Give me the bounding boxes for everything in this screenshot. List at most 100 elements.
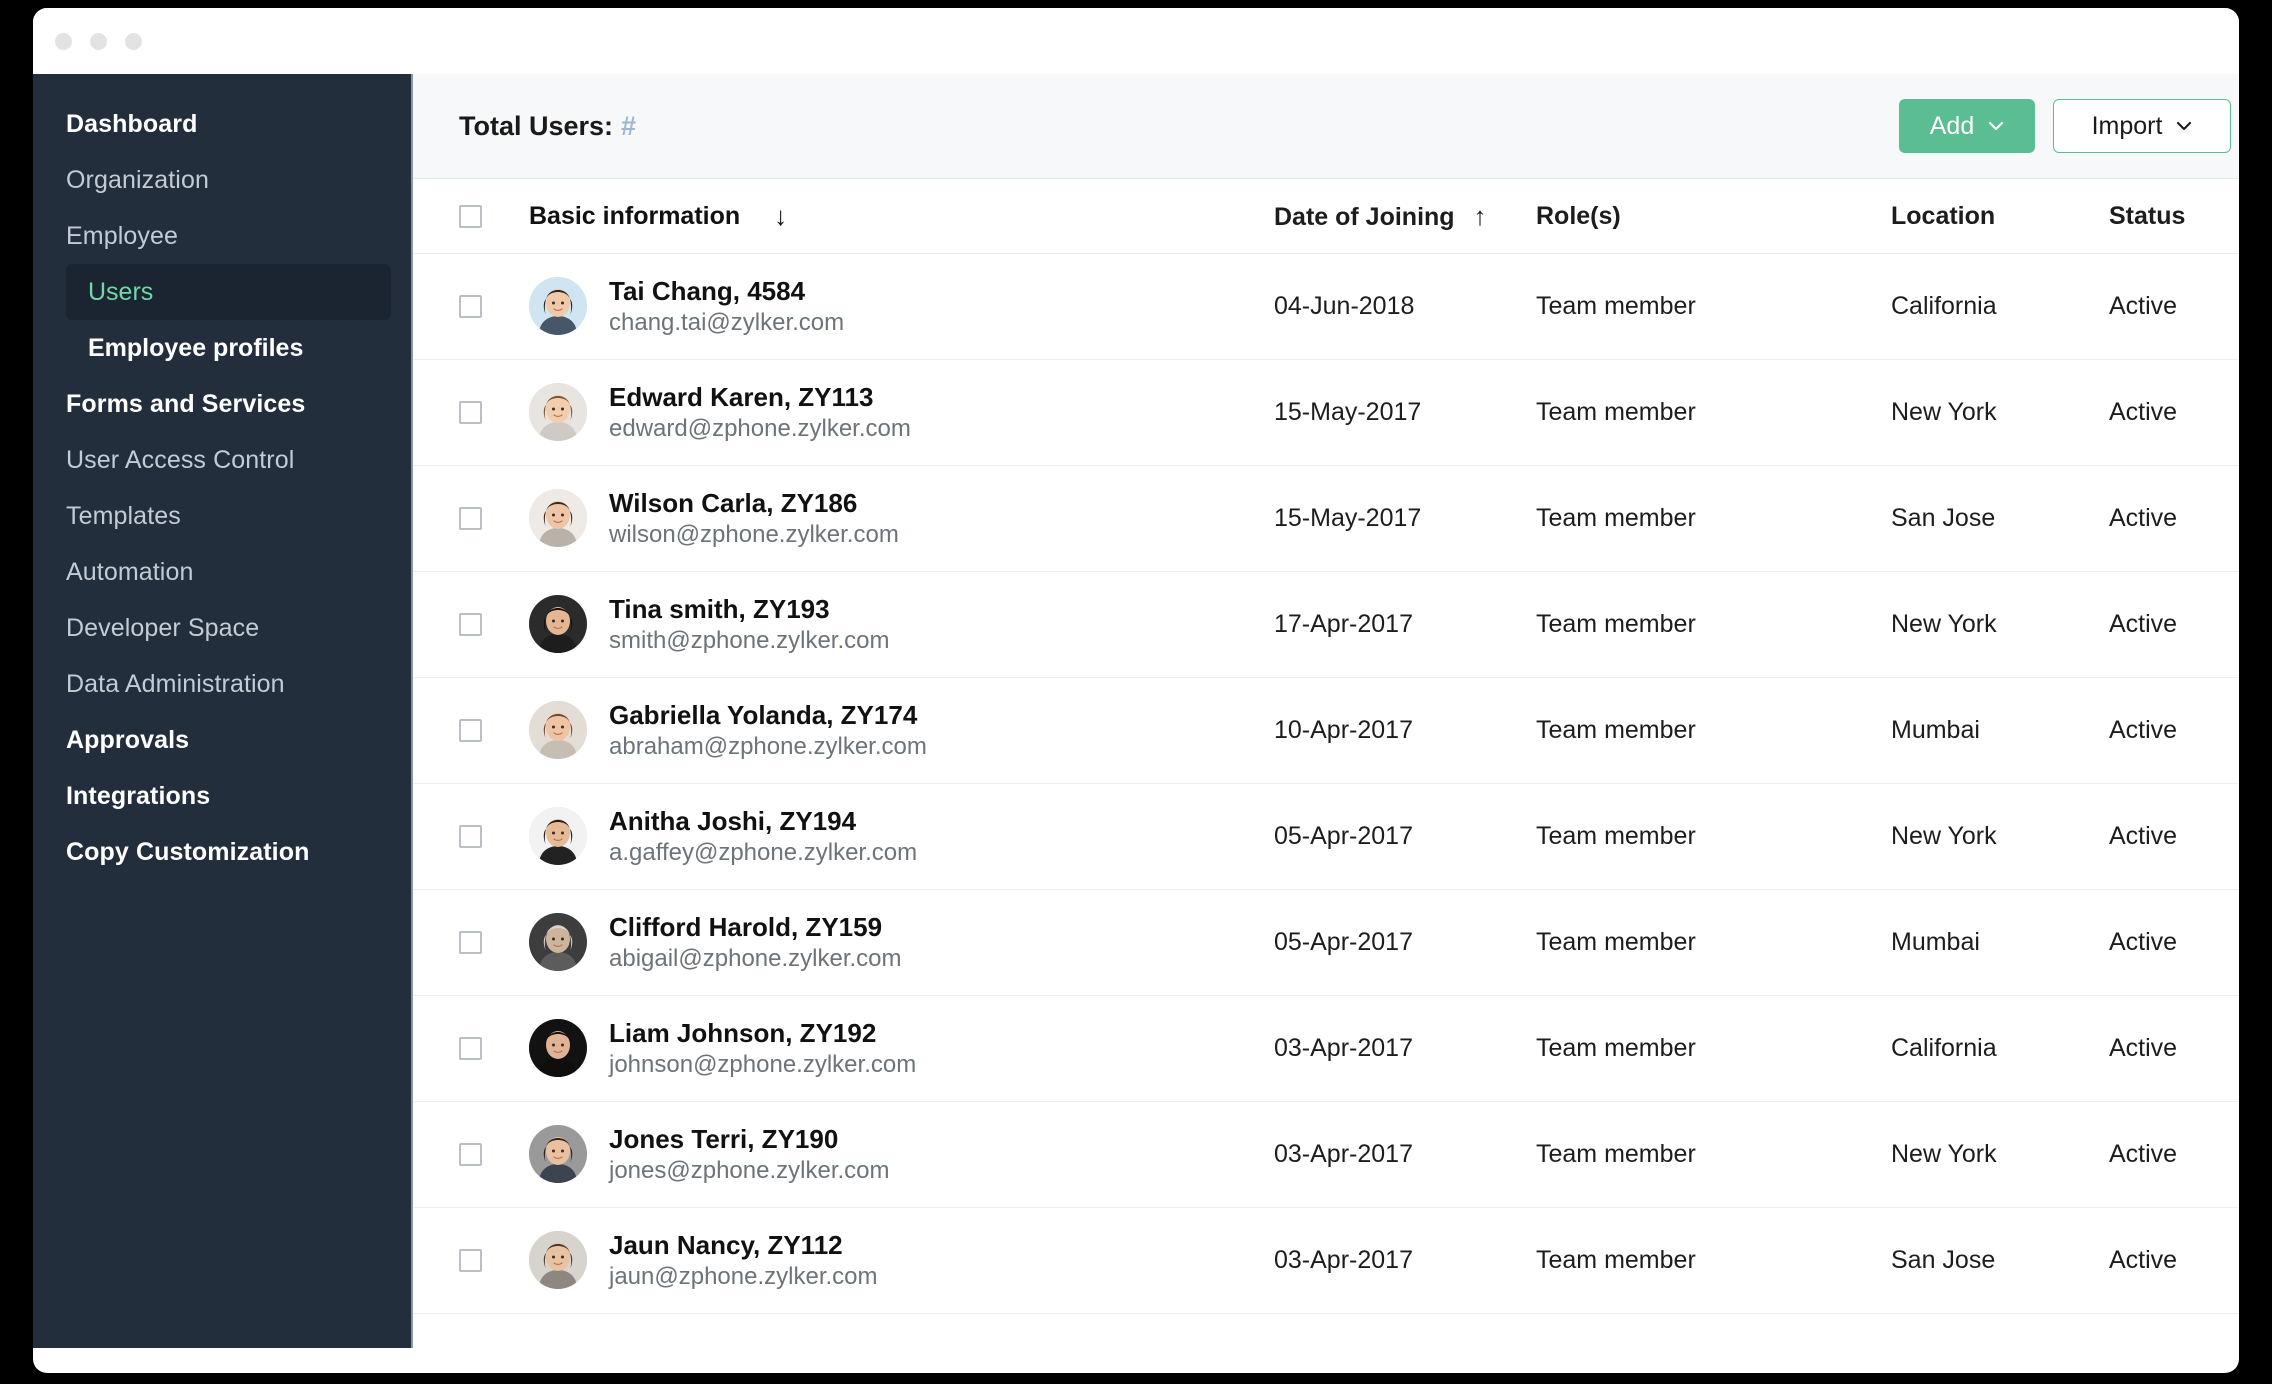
row-checkbox[interactable] [459,507,482,530]
sidebar-item-templates[interactable]: Templates [33,488,411,544]
sidebar-item-automation[interactable]: Automation [33,544,411,600]
sort-asc-icon[interactable]: ↑ [1474,201,1487,231]
sort-desc-icon[interactable]: ↓ [774,201,787,232]
date-of-joining-cell: 15-May-2017 [1274,504,1422,532]
user-identity: Gabriella Yolanda, ZY174 abraham@zphone.z… [609,700,927,761]
role-cell: Team member [1536,1034,1696,1062]
location-cell: New York [1891,398,1997,426]
sidebar-item-developer-space[interactable]: Developer Space [33,600,411,656]
status-cell: Active [2109,1246,2178,1274]
role-cell: Team member [1536,292,1696,320]
column-header-status[interactable]: Status [2109,202,2239,231]
sidebar-item-label: Employee [66,221,178,250]
sidebar-item-employee-profiles[interactable]: Employee profiles [66,320,391,376]
sidebar-item-dashboard[interactable]: Dashboard [33,96,411,152]
avatar-edward-karen [529,383,587,442]
sidebar-item-user-access-control[interactable]: User Access Control [33,432,411,488]
sidebar-item-label: Dashboard [66,109,198,138]
row-checkbox[interactable] [459,931,482,954]
row-checkbox[interactable] [459,719,482,742]
user-email: jaun@zphone.zylker.com [609,1262,878,1290]
row-checkbox[interactable] [459,613,482,636]
sidebar-item-employee[interactable]: Employee [33,208,411,264]
sidebar-item-label: Organization [66,165,209,194]
column-header-basic-information-label: Basic information [529,201,741,230]
user-name: Gabriella Yolanda, ZY174 [609,700,918,730]
table-row[interactable]: Tina smith, ZY193 smith@zphone.zylker.com… [413,572,2239,678]
select-all-checkbox[interactable] [459,204,482,228]
column-header-roles[interactable]: Role(s) [1536,202,1891,231]
user-name: Tai Chang, 4584 [609,276,806,306]
row-checkbox[interactable] [459,825,482,848]
chevron-down-icon [2176,118,2192,134]
row-checkbox[interactable] [459,1249,482,1272]
row-checkbox[interactable] [459,1143,482,1166]
avatar-wilson-carla [529,489,587,548]
sidebar-item-approvals[interactable]: Approvals [33,712,411,768]
sidebar-item-label: Users [88,277,154,306]
table-row[interactable]: Edward Karen, ZY113 edward@zphone.zylker.… [413,360,2239,466]
sidebar-item-organization[interactable]: Organization [33,152,411,208]
sidebar-item-integrations[interactable]: Integrations [33,768,411,824]
close-dot[interactable] [55,32,72,50]
basic-information-cell: Liam Johnson, ZY192 johnson@zphone.zylker… [529,1018,1274,1079]
avatar-jones-terri [529,1125,587,1184]
app-body: Dashboard Organization Employee Users Employ… [33,74,2239,1373]
table-row[interactable]: Jaun Nancy, ZY112 jaun@zphone.zylker.com 0… [413,1208,2239,1314]
user-identity: Liam Johnson, ZY192 johnson@zphone.zylker… [609,1018,916,1079]
user-name: Edward Karen, ZY113 [609,382,874,412]
add-button[interactable]: Add [1899,99,2035,153]
row-checkbox[interactable] [459,401,482,424]
avatar-anitha-joshi [529,807,587,866]
avatar-tina-smith [529,595,587,654]
column-header-date-of-joining[interactable]: Date of Joining ↑ [1274,201,1536,232]
import-button[interactable]: Import [2053,99,2231,153]
status-cell: Active [2109,1140,2178,1168]
date-of-joining-cell: 03-Apr-2017 [1274,1246,1413,1274]
column-header-location[interactable]: Location [1891,202,2109,231]
user-email: chang.tai@zylker.com [609,308,845,336]
row-checkbox[interactable] [459,1037,482,1060]
location-cell: California [1891,292,1997,320]
user-email: smith@zphone.zylker.com [609,626,890,654]
date-of-joining-cell: 04-Jun-2018 [1274,292,1415,320]
row-select-cell [459,931,529,954]
role-cell: Team member [1536,1246,1696,1274]
table-row[interactable]: Jones Terri, ZY190 jones@zphone.zylker.co… [413,1102,2239,1208]
location-cell: New York [1891,1140,1997,1168]
status-cell: Active [2109,398,2178,426]
user-email: johnson@zphone.zylker.com [609,1050,917,1078]
table-row[interactable]: Liam Johnson, ZY192 johnson@zphone.zylker… [413,996,2239,1102]
table-row[interactable]: Anitha Joshi, ZY194 a.gaffey@zphone.zylke… [413,784,2239,890]
user-identity: Anitha Joshi, ZY194 a.gaffey@zphone.zylke… [609,806,917,867]
row-select-cell [459,1143,529,1166]
sidebar-item-data-administration[interactable]: Data Administration [33,656,411,712]
sidebar-item-label: Employee profiles [88,333,304,362]
status-cell: Active [2109,504,2178,532]
maximize-dot[interactable] [125,32,142,50]
sidebar-item-copy-customization[interactable]: Copy Customization [33,824,411,880]
basic-information-cell: Tina smith, ZY193 smith@zphone.zylker.com [529,594,1274,655]
user-email: jones@zphone.zylker.com [609,1156,890,1184]
table-row[interactable]: Gabriella Yolanda, ZY174 abraham@zphone.z… [413,678,2239,784]
column-header-basic-information[interactable]: Basic information ↓ [529,201,1274,232]
row-checkbox[interactable] [459,295,482,318]
user-email: edward@zphone.zylker.com [609,414,911,442]
status-cell: Active [2109,610,2178,638]
sidebar-item-users[interactable]: Users [66,264,391,320]
table-row[interactable]: Clifford Harold, ZY159 abigail@zphone.zyl… [413,890,2239,996]
app-window: Dashboard Organization Employee Users Employ… [33,8,2239,1373]
location-cell: New York [1891,822,1997,850]
basic-information-cell: Clifford Harold, ZY159 abigail@zphone.zyl… [529,912,1274,973]
table-row[interactable]: Tai Chang, 4584 chang.tai@zylker.com 04-Ju… [413,254,2239,360]
table-row[interactable]: Wilson Carla, ZY186 wilson@zphone.zylker.… [413,466,2239,572]
status-cell: Active [2109,928,2178,956]
sidebar-item-label: Integrations [66,781,211,810]
date-of-joining-cell: 05-Apr-2017 [1274,928,1413,956]
role-cell: Team member [1536,398,1696,426]
avatar-jaun-nancy [529,1231,587,1290]
sidebar-item-forms-and-services[interactable]: Forms and Services [33,376,411,432]
user-email: wilson@zphone.zylker.com [609,520,899,548]
minimize-dot[interactable] [90,32,107,50]
sidebar-item-label: Forms and Services [66,389,306,418]
